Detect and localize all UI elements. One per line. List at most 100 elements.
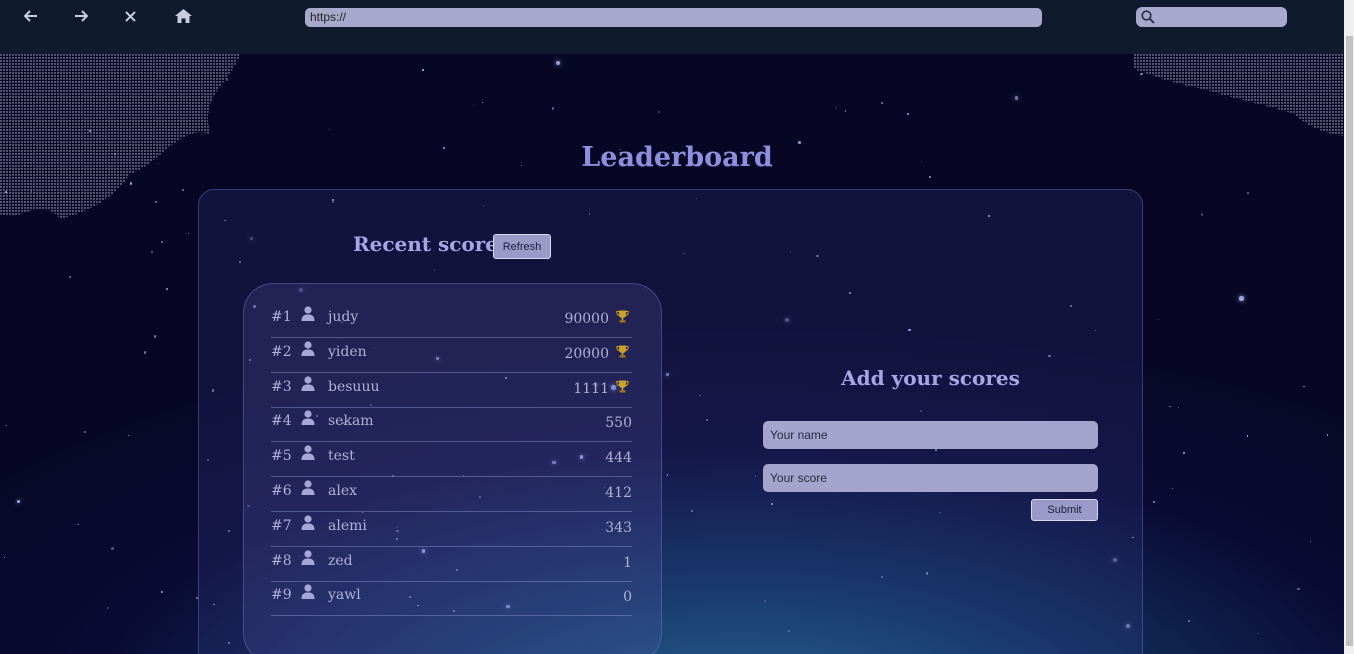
player-name: yawl xyxy=(328,587,361,604)
cloud-decoration-right xyxy=(1134,54,1344,136)
star xyxy=(555,61,560,65)
player-name: zed xyxy=(328,552,353,569)
star xyxy=(182,189,185,192)
close-icon[interactable] xyxy=(119,5,141,27)
star xyxy=(69,275,72,278)
star xyxy=(1200,213,1204,216)
star xyxy=(836,107,838,109)
player-score: 90000 xyxy=(564,311,609,327)
player-score: 0 xyxy=(623,589,632,606)
rank-label: #9 xyxy=(271,587,292,604)
name-input[interactable]: Your name xyxy=(763,421,1098,449)
star xyxy=(160,240,163,243)
player-name: yiden xyxy=(328,343,367,360)
star xyxy=(151,251,153,253)
submit-button[interactable]: Submit xyxy=(1031,499,1098,521)
score-row: #9 yawl 0 xyxy=(271,581,632,617)
user-icon xyxy=(301,375,315,395)
page-title: Leaderboard xyxy=(581,142,773,173)
rank-label: #3 xyxy=(271,378,292,395)
rank-label: #1 xyxy=(271,309,292,325)
star xyxy=(143,351,146,354)
user-icon xyxy=(301,480,315,499)
page-scrollbar[interactable] xyxy=(1344,0,1354,654)
star xyxy=(1171,487,1174,490)
rank-label: #4 xyxy=(271,413,292,430)
star xyxy=(472,104,474,106)
star xyxy=(3,556,6,559)
arrow-right-icon[interactable] xyxy=(70,5,92,27)
score-row: #8 zed 1 xyxy=(271,547,632,582)
star xyxy=(1188,620,1191,623)
star xyxy=(128,434,130,436)
star xyxy=(1177,406,1179,408)
star xyxy=(1140,73,1143,76)
star xyxy=(1297,587,1300,590)
trophy-icon xyxy=(616,380,629,397)
rank-label: #7 xyxy=(271,517,292,534)
star xyxy=(1303,386,1305,388)
home-icon[interactable] xyxy=(172,5,194,27)
user-icon xyxy=(301,549,315,569)
player-name: test xyxy=(328,448,355,465)
star xyxy=(481,101,484,104)
star xyxy=(129,182,132,185)
player-score: 343 xyxy=(605,519,632,536)
score-row: #7 alemi 343 xyxy=(271,512,632,547)
star xyxy=(906,112,909,115)
star xyxy=(154,201,157,204)
star xyxy=(1258,633,1260,635)
star xyxy=(4,191,7,194)
star xyxy=(1168,405,1171,408)
arrow-left-icon[interactable] xyxy=(20,5,42,27)
recent-scores-heading: Recent scores xyxy=(353,232,510,256)
star xyxy=(421,68,424,71)
star xyxy=(187,232,190,234)
user-icon xyxy=(301,445,315,464)
star xyxy=(153,335,157,338)
star xyxy=(84,431,87,434)
star xyxy=(658,111,661,114)
score-row: #3 besuuu 1111 xyxy=(271,373,632,408)
rank-label: #5 xyxy=(271,448,292,465)
player-name: alemi xyxy=(328,517,367,534)
star xyxy=(928,175,931,179)
user-icon xyxy=(301,306,315,325)
star xyxy=(106,607,109,609)
star xyxy=(880,101,884,104)
player-score: 1111 xyxy=(573,380,609,397)
star xyxy=(1157,318,1160,321)
player-name: alex xyxy=(328,483,358,499)
star xyxy=(1152,500,1156,504)
user-icon xyxy=(301,410,315,429)
user-icon xyxy=(301,341,315,360)
url-input[interactable]: https:// xyxy=(305,8,1042,27)
star xyxy=(844,110,847,112)
rank-label: #8 xyxy=(271,552,292,569)
player-score: 1 xyxy=(623,554,632,571)
rank-label: #6 xyxy=(271,483,292,499)
search-input[interactable] xyxy=(1136,7,1287,27)
star xyxy=(4,424,7,427)
score-row: #1 judy 90000 xyxy=(271,303,632,338)
score-row: #5 test 444 xyxy=(271,442,632,478)
refresh-button[interactable]: Refresh xyxy=(493,234,551,259)
star xyxy=(1246,192,1250,195)
star xyxy=(1239,296,1244,301)
star xyxy=(161,590,163,593)
search-icon xyxy=(1141,10,1155,24)
star xyxy=(111,547,114,550)
star xyxy=(77,523,79,525)
browser-toolbar: https:// xyxy=(0,0,1354,54)
star xyxy=(226,78,229,81)
player-name: besuuu xyxy=(328,378,380,395)
score-input[interactable]: Your score xyxy=(763,464,1098,492)
trophy-icon xyxy=(616,345,629,362)
star xyxy=(1326,433,1329,436)
score-row: #6 alex 412 xyxy=(271,477,632,512)
player-score: 550 xyxy=(605,415,632,432)
star xyxy=(1014,95,1019,100)
scrollbar-thumb[interactable] xyxy=(1346,36,1353,646)
player-score: 444 xyxy=(605,450,632,467)
star xyxy=(17,500,21,504)
